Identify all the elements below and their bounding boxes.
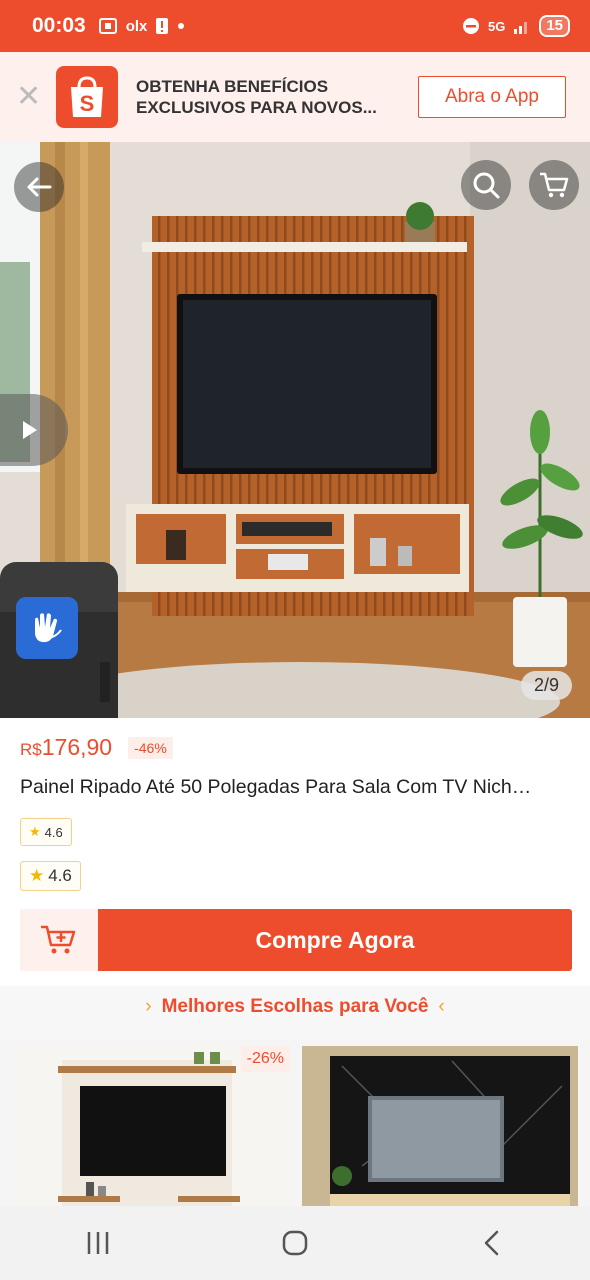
buy-now-button[interactable]: Compre Agora xyxy=(98,909,572,971)
product-card-image xyxy=(302,1046,578,1206)
svg-text:S: S xyxy=(80,91,95,116)
product-title: Painel Ripado Até 50 Polegadas Para Sala… xyxy=(20,776,532,798)
product-price: R$176,90 xyxy=(20,734,112,761)
sign-language-icon xyxy=(35,613,62,643)
product-card[interactable] xyxy=(302,1046,578,1206)
recent-apps-icon xyxy=(88,1232,109,1254)
star-icon: ★ xyxy=(29,824,41,839)
rating-value: 4.6 xyxy=(44,824,63,840)
product-image-carousel[interactable]: 2/9 xyxy=(0,142,590,718)
star-icon: ★ xyxy=(29,866,45,885)
dot-icon xyxy=(178,23,185,29)
search-button[interactable] xyxy=(461,160,511,210)
back-icon xyxy=(484,1230,498,1256)
back-nav-button[interactable] xyxy=(462,1218,522,1268)
rating-value-large: 4.6 xyxy=(48,866,72,885)
home-icon xyxy=(282,1230,308,1256)
product-card[interactable]: -26% xyxy=(14,1046,290,1206)
cart-icon xyxy=(540,172,569,198)
system-nav-bar xyxy=(0,1206,590,1280)
price-value: 176,90 xyxy=(41,734,113,760)
buy-bar: Compre Agora xyxy=(20,909,572,971)
status-system-icons: 5G 15 xyxy=(462,15,570,37)
status-notification-icons: olx xyxy=(98,17,186,35)
rating-badge-large: ★ 4.6 xyxy=(20,861,81,891)
image-page-indicator: 2/9 xyxy=(520,671,572,700)
olx-icon: olx xyxy=(125,17,148,35)
open-app-button[interactable]: Abra o App xyxy=(417,76,566,118)
app-promo-banner: ✕ S OBTENHA BENEFÍCIOS EXCLUSIVOS PARA N… xyxy=(0,52,590,142)
play-icon xyxy=(23,421,37,439)
close-icon[interactable]: ✕ xyxy=(16,82,56,112)
recommendations-title: Melhores Escolhas para Você xyxy=(161,996,429,1017)
home-button[interactable] xyxy=(265,1218,325,1268)
chevron-right-decoration-icon: › xyxy=(145,996,152,1017)
status-bar: 00:03 olx 5G 15 xyxy=(0,0,590,52)
card-discount-badge: -26% xyxy=(240,1046,290,1072)
do-not-disturb-icon xyxy=(462,18,479,34)
rating-badge: ★ 4.6 xyxy=(20,818,72,846)
recommendations-header: › Melhores Escolhas para Você ‹ xyxy=(0,996,590,1018)
network-type: 5G xyxy=(487,18,506,34)
back-button[interactable] xyxy=(14,162,64,212)
alert-icon xyxy=(156,18,169,34)
price-row: R$176,90 -46% xyxy=(20,734,173,761)
status-time: 00:03 xyxy=(32,14,86,37)
accessibility-button[interactable] xyxy=(16,597,78,659)
shopee-bag-icon: S xyxy=(56,66,118,128)
recent-apps-button[interactable] xyxy=(68,1218,128,1268)
battery-indicator: 15 xyxy=(539,15,570,37)
screenshot-icon xyxy=(98,18,117,34)
chevron-left-decoration-icon: ‹ xyxy=(438,996,445,1017)
cart-button[interactable] xyxy=(529,160,579,210)
signal-icon xyxy=(514,22,528,34)
discount-badge: -46% xyxy=(128,736,173,759)
currency-symbol: R$ xyxy=(20,740,42,759)
banner-text: OBTENHA BENEFÍCIOS EXCLUSIVOS PARA NOVOS… xyxy=(136,77,377,117)
search-icon xyxy=(473,172,500,199)
add-to-cart-button[interactable] xyxy=(20,909,98,971)
product-image xyxy=(0,142,590,718)
add-to-cart-icon xyxy=(41,925,76,954)
arrow-left-icon xyxy=(27,177,52,197)
